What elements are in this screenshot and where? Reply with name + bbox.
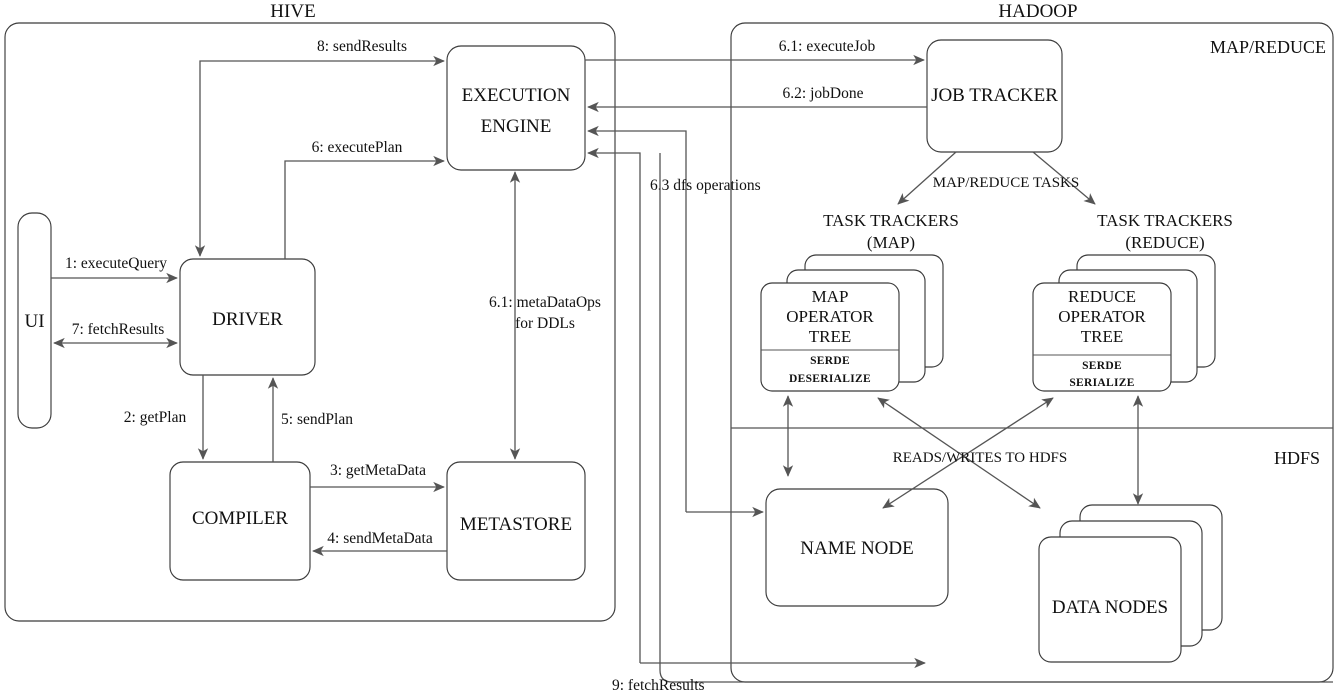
dfs-operations-line (587, 147, 641, 663)
task-trackers-map-line1: TASK TRACKERS (823, 211, 959, 230)
reduce-operator-tree-line3: TREE (1081, 327, 1124, 346)
edge-dfs-operations: 6.3 dfs operations (587, 147, 761, 663)
edge-execute-plan: 6: executePlan (284, 139, 445, 259)
job-done-label: 6.2: jobDone (783, 85, 864, 102)
edge-get-metadata: 3: getMetaData (310, 462, 445, 493)
edge-metadata-ops: 6.1: metaDataOps for DDLs (489, 171, 601, 460)
map-serde-line1: SERDE (810, 355, 850, 367)
diagram-canvas: HIVE HADOOP MAP/REDUCE HDFS UI DRIVER CO… (4, 1, 1334, 692)
data-nodes-stack[interactable]: DATA NODES (1038, 504, 1223, 663)
task-trackers-reduce-line2: (REDUCE) (1125, 233, 1204, 252)
architecture-diagram: HIVE HADOOP MAP/REDUCE HDFS UI DRIVER CO… (0, 0, 1338, 692)
fetch-results-9-riser (659, 153, 673, 683)
get-plan-label: 2: getPlan (124, 409, 187, 426)
data-nodes-label: DATA NODES (1052, 597, 1168, 618)
node-execution-engine[interactable]: EXECUTION ENGINE (446, 45, 586, 171)
edge-execute-query: 1: executeQuery (51, 255, 178, 284)
execution-engine-label-line2: ENGINE (481, 116, 552, 137)
edge-job-done: 6.2: jobDone (587, 85, 927, 113)
node-job-tracker[interactable]: JOB TRACKER (926, 39, 1063, 153)
reduce-operator-tree-line1: REDUCE (1068, 287, 1136, 306)
map-operator-tree-stack[interactable]: MAP OPERATOR TREE SERDE DESERIALIZE (760, 254, 944, 392)
node-ui[interactable]: UI (17, 212, 52, 429)
fetch-results-9-label: 9: fetchResults (612, 677, 705, 692)
send-results-label: 8: sendResults (317, 38, 407, 55)
task-trackers-map-line2: (MAP) (867, 233, 915, 252)
execute-query-label: 1: executeQuery (65, 255, 167, 272)
edge-execute-job: 6.1: executeJob (585, 38, 925, 66)
edge-fetch-results-7: 7: fetchResults (53, 321, 178, 349)
map-operator-tree-line1: MAP (812, 287, 849, 306)
map-operator-tree-line2: OPERATOR (786, 307, 874, 326)
driver-label: DRIVER (212, 309, 283, 330)
edge-send-plan: 5: sendPlan (267, 377, 353, 462)
execute-plan-label: 6: executePlan (312, 139, 403, 156)
hadoop-container-title: HADOOP (998, 1, 1077, 22)
reduce-serde-line1: SERDE (1082, 360, 1122, 372)
execution-engine-label-line1: EXECUTION (462, 85, 571, 106)
edge-map-reduce-tasks: MAP/REDUCE TASKS (897, 151, 1096, 205)
edge-send-metadata: 4: sendMetaData (312, 530, 447, 557)
reduce-operator-tree-line2: OPERATOR (1058, 307, 1146, 326)
map-serde-line2: DESERIALIZE (789, 373, 871, 385)
metastore-label: METASTORE (460, 514, 572, 535)
node-compiler[interactable]: COMPILER (169, 461, 311, 581)
send-plan-label: 5: sendPlan (281, 411, 353, 428)
execute-plan-line (284, 155, 445, 259)
hive-container-title: HIVE (270, 1, 315, 22)
node-name-node[interactable]: NAME NODE (765, 488, 949, 607)
job-tracker-label: JOB TRACKER (931, 85, 1058, 106)
edge-fetch-results-9: 9: fetchResults (612, 153, 1333, 692)
mapreduce-zone-label: MAP/REDUCE (1210, 37, 1326, 57)
hdfs-zone-label: HDFS (1274, 448, 1320, 468)
task-trackers-reduce-heading: TASK TRACKERS (REDUCE) (1097, 211, 1233, 252)
execute-job-label: 6.1: executeJob (779, 38, 876, 55)
reduce-operator-tree-stack[interactable]: REDUCE OPERATOR TREE SERDE SERIALIZE (1032, 254, 1216, 392)
node-driver[interactable]: DRIVER (179, 258, 316, 376)
compiler-label: COMPILER (192, 508, 288, 529)
map-reduce-tasks-label: MAP/REDUCE TASKS (933, 175, 1079, 191)
fetch-results-7-label: 7: fetchResults (72, 321, 165, 338)
node-metastore[interactable]: METASTORE (446, 461, 586, 581)
get-metadata-label: 3: getMetaData (330, 462, 426, 479)
reduce-serde-line2: SERIALIZE (1069, 377, 1134, 389)
ui-label: UI (24, 311, 44, 332)
reads-writes-hdfs-label: READS/WRITES TO HDFS (893, 450, 1067, 466)
dfs-operations-label: 6.3 dfs operations (650, 177, 761, 194)
metadata-ops-label-line2: for DDLs (515, 315, 575, 332)
edge-get-plan: 2: getPlan (124, 375, 209, 460)
map-operator-tree-line3: TREE (809, 327, 852, 346)
send-results-line (194, 55, 445, 257)
name-node-label: NAME NODE (800, 538, 913, 559)
metadata-ops-label-line1: 6.1: metaDataOps (489, 294, 601, 311)
send-metadata-label: 4: sendMetaData (327, 530, 433, 547)
execution-engine-box[interactable] (446, 45, 586, 171)
task-trackers-map-heading: TASK TRACKERS (MAP) (823, 211, 959, 252)
task-trackers-reduce-line1: TASK TRACKERS (1097, 211, 1233, 230)
